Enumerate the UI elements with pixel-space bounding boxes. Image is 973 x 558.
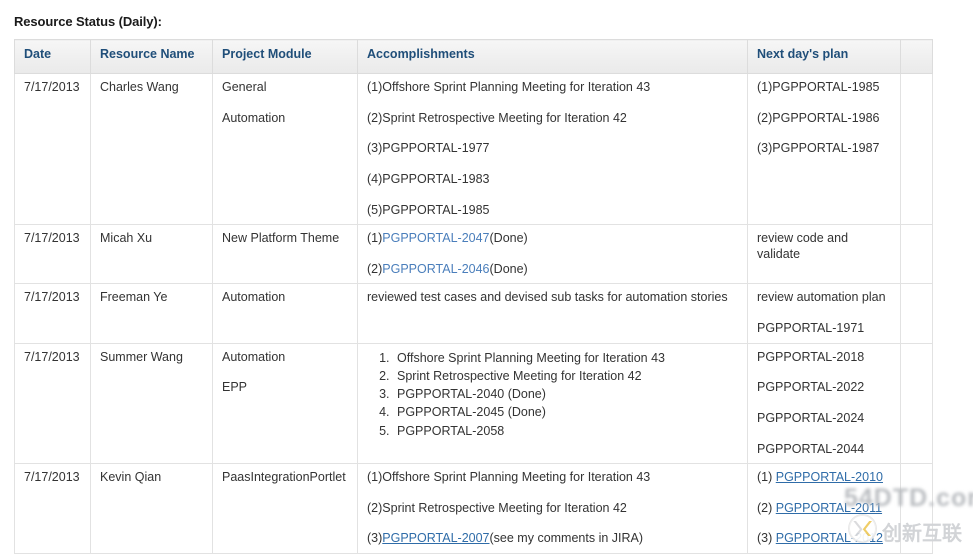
- cell-next-days-plan: review automation plan PGPPORTAL-1971: [747, 283, 901, 344]
- table-row: 7/17/2013 Charles Wang General Automatio…: [14, 72, 933, 226]
- cell-date: 7/17/2013: [14, 342, 91, 465]
- accomplishment-line: (1)Offshore Sprint Planning Meeting for …: [367, 80, 651, 94]
- cell-extra: [900, 72, 933, 226]
- cell-project-module: PaasIntegrationPortlet: [212, 463, 358, 554]
- accomplishment-line: reviewed test cases and devised sub task…: [367, 290, 728, 305]
- plan-line: (3) PGPPORTAL-2012: [757, 531, 892, 547]
- cell-resource-name: Freeman Ye: [90, 283, 213, 344]
- column-header-extra[interactable]: [900, 39, 933, 74]
- accomplishment-line: (3)PGPPORTAL-1977: [367, 141, 490, 156]
- plan-line: PGPPORTAL-2022: [757, 380, 865, 395]
- cell-resource-name: Kevin Qian: [90, 463, 213, 554]
- column-header-resource-name[interactable]: Resource Name: [90, 39, 213, 74]
- cell-accomplishments: (1)Offshore Sprint Planning Meeting for …: [357, 463, 748, 554]
- resource-status-table: Date Resource Name Project Module Accomp…: [14, 39, 933, 554]
- item-prefix: (2): [367, 261, 383, 276]
- accomplishment-line: (2)PGPPORTAL-2046(Done): [367, 262, 739, 278]
- cell-project-module: Automation EPP: [212, 342, 358, 465]
- module-item: Automation: [222, 110, 286, 125]
- cell-resource-name: Charles Wang: [90, 72, 213, 226]
- plan-line: review code and validate: [757, 231, 849, 261]
- plan-line: PGPPORTAL-2044: [757, 441, 865, 456]
- cell-project-module: New Platform Theme: [212, 224, 358, 285]
- module-item: PaasIntegrationPortlet: [222, 470, 346, 485]
- item-suffix: (see my comments in JIRA): [489, 531, 644, 546]
- list-item: Offshore Sprint Planning Meeting for Ite…: [393, 350, 739, 368]
- cell-next-days-plan: (1) PGPPORTAL-2010 (2) PGPPORTAL-2011 (3…: [747, 463, 901, 554]
- list-item: Sprint Retrospective Meeting for Iterati…: [393, 368, 739, 386]
- table-row: 7/17/2013 Kevin Qian PaasIntegrationPort…: [14, 463, 933, 554]
- accomplishment-line: (3)PGPPORTAL-2007(see my comments in JIR…: [367, 531, 739, 547]
- column-header-next-days-plan[interactable]: Next day's plan: [747, 39, 901, 74]
- table-row: 7/17/2013 Micah Xu New Platform Theme (1…: [14, 224, 933, 285]
- page-root: Resource Status (Daily): Date Resource N…: [0, 0, 973, 558]
- cell-extra: [900, 283, 933, 344]
- cell-date: 7/17/2013: [14, 463, 91, 554]
- table-body: 7/17/2013 Charles Wang General Automatio…: [14, 72, 933, 554]
- cell-date: 7/17/2013: [14, 72, 91, 226]
- table-header: Date Resource Name Project Module Accomp…: [14, 39, 933, 74]
- plan-line: (2) PGPPORTAL-2011: [757, 501, 892, 517]
- cell-extra: [900, 224, 933, 285]
- plan-line: PGPPORTAL-2018: [757, 349, 865, 364]
- jira-link[interactable]: PGPPORTAL-2047: [382, 231, 489, 245]
- cell-project-module: Automation: [212, 283, 358, 344]
- plan-line: (1) PGPPORTAL-2010: [757, 470, 892, 486]
- module-item: General: [222, 80, 267, 94]
- plan-line: (2)PGPPORTAL-1986: [757, 110, 880, 125]
- module-item: Automation: [222, 290, 286, 305]
- cell-resource-name: Summer Wang: [90, 342, 213, 465]
- list-item: PGPPORTAL-2045 (Done): [393, 404, 739, 422]
- cell-next-days-plan: review code and validate: [747, 224, 901, 285]
- jira-link[interactable]: PGPPORTAL-2010: [776, 470, 883, 484]
- cell-accomplishments: Offshore Sprint Planning Meeting for Ite…: [357, 342, 748, 465]
- cell-extra: [900, 342, 933, 465]
- table-row: 7/17/2013 Summer Wang Automation EPP Off…: [14, 342, 933, 465]
- item-suffix: (Done): [489, 231, 528, 246]
- plan-line: review automation plan: [757, 290, 886, 305]
- item-prefix: (3): [757, 531, 776, 546]
- jira-link[interactable]: PGPPORTAL-2011: [776, 501, 882, 515]
- cell-accomplishments: (1)Offshore Sprint Planning Meeting for …: [357, 72, 748, 226]
- cell-accomplishments: (1)PGPPORTAL-2047(Done) (2)PGPPORTAL-204…: [357, 224, 748, 285]
- cell-project-module: General Automation: [212, 72, 358, 226]
- jira-link[interactable]: PGPPORTAL-2012: [776, 531, 883, 545]
- list-item: PGPPORTAL-2058: [393, 423, 739, 441]
- page-title: Resource Status (Daily):: [14, 14, 162, 29]
- cell-extra: [900, 463, 933, 554]
- accomplishment-line: (1)PGPPORTAL-2047(Done): [367, 231, 739, 247]
- item-prefix: (1): [367, 231, 383, 246]
- accomplishment-line: (2)Sprint Retrospective Meeting for Iter…: [367, 110, 627, 125]
- accomplishments-ordered-list: Offshore Sprint Planning Meeting for Ite…: [367, 350, 739, 441]
- table-header-row: Date Resource Name Project Module Accomp…: [14, 39, 933, 74]
- list-item: PGPPORTAL-2040 (Done): [393, 386, 739, 404]
- item-prefix: (3): [367, 531, 383, 546]
- plan-line: (1)PGPPORTAL-1985: [757, 80, 880, 94]
- column-header-accomplishments[interactable]: Accomplishments: [357, 39, 748, 74]
- column-header-project-module[interactable]: Project Module: [212, 39, 358, 74]
- jira-link[interactable]: PGPPORTAL-2007: [382, 531, 489, 545]
- module-item: Automation: [222, 349, 286, 364]
- module-item: New Platform Theme: [222, 231, 340, 246]
- accomplishment-line: (2)Sprint Retrospective Meeting for Iter…: [367, 500, 627, 515]
- plan-line: (3)PGPPORTAL-1987: [757, 141, 880, 156]
- plan-line: PGPPORTAL-2024: [757, 410, 865, 425]
- cell-resource-name: Micah Xu: [90, 224, 213, 285]
- cell-accomplishments: reviewed test cases and devised sub task…: [357, 283, 748, 344]
- accomplishment-line: (4)PGPPORTAL-1983: [367, 171, 490, 186]
- cell-next-days-plan: (1)PGPPORTAL-1985 (2)PGPPORTAL-1986 (3)P…: [747, 72, 901, 226]
- module-item: EPP: [222, 380, 248, 395]
- item-prefix: (2): [757, 500, 776, 515]
- table-row: 7/17/2013 Freeman Ye Automation reviewed…: [14, 283, 933, 344]
- cell-next-days-plan: PGPPORTAL-2018 PGPPORTAL-2022 PGPPORTAL-…: [747, 342, 901, 465]
- cell-date: 7/17/2013: [14, 224, 91, 285]
- plan-line: PGPPORTAL-1971: [757, 321, 865, 335]
- item-prefix: (1): [757, 470, 776, 485]
- accomplishment-line: (5)PGPPORTAL-1985: [367, 202, 490, 217]
- jira-link[interactable]: PGPPORTAL-2046: [382, 262, 489, 276]
- item-suffix: (Done): [489, 261, 528, 276]
- column-header-date[interactable]: Date: [14, 39, 91, 74]
- cell-date: 7/17/2013: [14, 283, 91, 344]
- accomplishment-line: (1)Offshore Sprint Planning Meeting for …: [367, 470, 651, 485]
